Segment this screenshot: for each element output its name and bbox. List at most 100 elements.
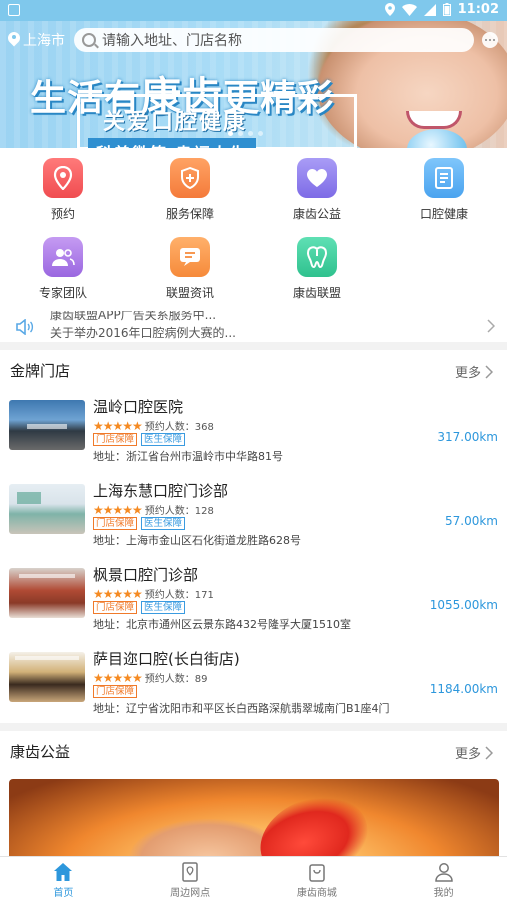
- banner-dot[interactable]: [248, 131, 253, 136]
- news-item[interactable]: 关于举办2016年口腔病例大赛的...: [50, 324, 236, 342]
- store-item[interactable]: 温岭口腔医院 ★★★★★ 预约人数：368 门店保障 医生保障 地址：浙江省台州…: [0, 394, 507, 478]
- home-icon: [54, 863, 73, 881]
- quick-action-alliance-news[interactable]: 联盟资讯: [127, 237, 253, 301]
- wifi-icon: [401, 3, 417, 16]
- store-tags: 门店保障 医生保障: [93, 601, 186, 614]
- store-distance: 1055.00km: [429, 598, 498, 612]
- banner-pagination[interactable]: [228, 131, 263, 136]
- banner-dot[interactable]: [258, 131, 263, 136]
- location-pin-icon: [43, 158, 83, 198]
- location-status-icon: [384, 3, 395, 16]
- charity-section: 康齿公益 更多: [0, 731, 507, 869]
- search-bar[interactable]: 请输入地址、门店名称: [74, 28, 474, 52]
- tag-store-guarantee: 门店保障: [93, 517, 138, 530]
- quick-action-oral-health[interactable]: 口腔健康: [381, 158, 507, 222]
- store-item[interactable]: 萨目迩口腔(长白街店) ★★★★★ 预约人数：89 门店保障 地址：辽宁省沈阳市…: [0, 646, 507, 730]
- quick-action-appointment[interactable]: 预约: [0, 158, 126, 222]
- quick-action-label: 联盟资讯: [165, 286, 214, 300]
- news-item[interactable]: 康齿联盟APP广告关系服务中...: [50, 311, 236, 324]
- tab-shop[interactable]: 康齿商城: [254, 857, 381, 900]
- tab-label: 我的: [433, 888, 454, 899]
- tab-nearby[interactable]: 周边网点: [127, 857, 254, 900]
- quick-action-label: 预约: [50, 207, 75, 221]
- dot-icon: [484, 38, 488, 42]
- banner-dot[interactable]: [238, 131, 243, 136]
- city-selector[interactable]: 上海市: [8, 30, 65, 50]
- tag-store-guarantee: 门店保障: [93, 685, 138, 698]
- speaker-icon: [16, 319, 34, 335]
- more-label: 更多: [454, 366, 481, 381]
- tag-store-guarantee: 门店保障: [93, 433, 138, 446]
- store-distance: 317.00km: [437, 430, 498, 444]
- quick-action-label: 康齿联盟: [292, 286, 341, 300]
- quick-action-label: 服务保障: [165, 207, 214, 221]
- store-rating: ★★★★★ 预约人数：171: [93, 586, 214, 602]
- store-tags: 门店保障 医生保障: [93, 517, 186, 530]
- charity-more-button[interactable]: 更多: [455, 743, 493, 762]
- chevron-right-icon: [485, 364, 493, 379]
- store-booked-count: 预约人数：89: [144, 674, 208, 685]
- tab-home[interactable]: 首页: [0, 857, 127, 900]
- more-label: 更多: [454, 747, 481, 762]
- team-icon: [43, 237, 83, 277]
- news-ticker[interactable]: 康齿联盟APP广告关系服务中... 关于举办2016年口腔病例大赛的...: [0, 311, 507, 342]
- banner-subtitle: 关爱口腔健康: [103, 110, 248, 135]
- chevron-right-icon: [485, 745, 493, 760]
- tag-store-guarantee: 门店保障: [93, 601, 138, 614]
- section-header: 金牌门店 更多: [0, 350, 507, 390]
- store-rating: ★★★★★ 预约人数：368: [93, 418, 214, 434]
- store-tags: 门店保障: [93, 685, 138, 698]
- store-name: 萨目迩口腔(长白街店): [93, 650, 240, 668]
- quick-action-alliance[interactable]: 康齿联盟: [254, 237, 380, 301]
- notification-icon: [8, 4, 20, 16]
- more-options-button[interactable]: [482, 32, 498, 48]
- store-booked-count: 预约人数：368: [144, 422, 214, 433]
- quick-action-label: 专家团队: [38, 286, 87, 300]
- quick-action-expert-team[interactable]: 专家团队: [0, 237, 126, 301]
- signal-icon: [423, 3, 436, 16]
- document-icon: [424, 158, 464, 198]
- store-photo: [9, 400, 85, 450]
- store-address: 地址：辽宁省沈阳市和平区长白西路深航翡翠城南门B1座4门: [93, 702, 390, 715]
- search-icon: [82, 33, 96, 47]
- store-rating: ★★★★★ 预约人数：89: [93, 670, 208, 686]
- dot-icon: [492, 38, 496, 42]
- status-time: 11:02: [457, 2, 499, 17]
- store-name: 上海东慧口腔门诊部: [93, 482, 229, 500]
- gold-stores-more-button[interactable]: 更多: [455, 362, 493, 381]
- tag-doctor-guarantee: 医生保障: [141, 517, 186, 530]
- quick-action-service-guarantee[interactable]: 服务保障: [127, 158, 253, 222]
- store-item[interactable]: 上海东慧口腔门诊部 ★★★★★ 预约人数：128 门店保障 医生保障 地址：上海…: [0, 478, 507, 562]
- quick-action-charity[interactable]: 康齿公益: [254, 158, 380, 222]
- shield-plus-icon: [170, 158, 210, 198]
- store-photo: [9, 568, 85, 618]
- quick-action-label: 口腔健康: [419, 207, 468, 221]
- star-rating-icon: ★★★★★: [93, 502, 143, 517]
- search-placeholder: 请输入地址、门店名称: [102, 33, 242, 49]
- city-name: 上海市: [23, 33, 65, 49]
- quick-actions-grid: 预约 服务保障 康齿公益 口腔健康 专家团队 联盟资讯 康齿联盟: [0, 148, 507, 311]
- battery-icon: [442, 3, 451, 16]
- store-tags: 门店保障 医生保障: [93, 433, 186, 446]
- app-screen: 11:02 生活有康齿更精彩 关爱口腔健康 科普微笑 幸福人生 上海市 请输入地…: [0, 0, 507, 900]
- banner-dot[interactable]: [228, 131, 233, 136]
- gold-stores-section: 金牌门店 更多 温岭口腔医院 ★★★★★ 预约人数：368 门店保障 医生保障 …: [0, 350, 507, 723]
- bottom-tab-bar: 首页 周边网点 康齿商城 我的: [0, 856, 507, 900]
- store-address: 地址：浙江省台州市温岭市中华路81号: [93, 450, 283, 463]
- tag-doctor-guarantee: 医生保障: [141, 601, 186, 614]
- section-header: 康齿公益 更多: [0, 731, 507, 771]
- star-rating-icon: ★★★★★: [93, 586, 143, 601]
- store-address: 地址：北京市通州区云景东路432号隆孚大厦1510室: [93, 618, 351, 631]
- shop-icon: [309, 864, 325, 882]
- store-booked-count: 预约人数：128: [144, 506, 214, 517]
- tab-mine[interactable]: 我的: [380, 857, 507, 900]
- heart-icon: [297, 158, 337, 198]
- status-icons: 11:02: [384, 2, 499, 17]
- status-bar: 11:02: [0, 0, 507, 21]
- user-icon: [434, 863, 453, 882]
- quick-action-label: 康齿公益: [292, 207, 341, 221]
- store-address: 地址：上海市金山区石化街道龙胜路628号: [93, 534, 301, 547]
- section-title: 康齿公益: [10, 743, 71, 761]
- store-booked-count: 预约人数：171: [144, 590, 214, 601]
- store-item[interactable]: 枫景口腔门诊部 ★★★★★ 预约人数：171 门店保障 医生保障 地址：北京市通…: [0, 562, 507, 646]
